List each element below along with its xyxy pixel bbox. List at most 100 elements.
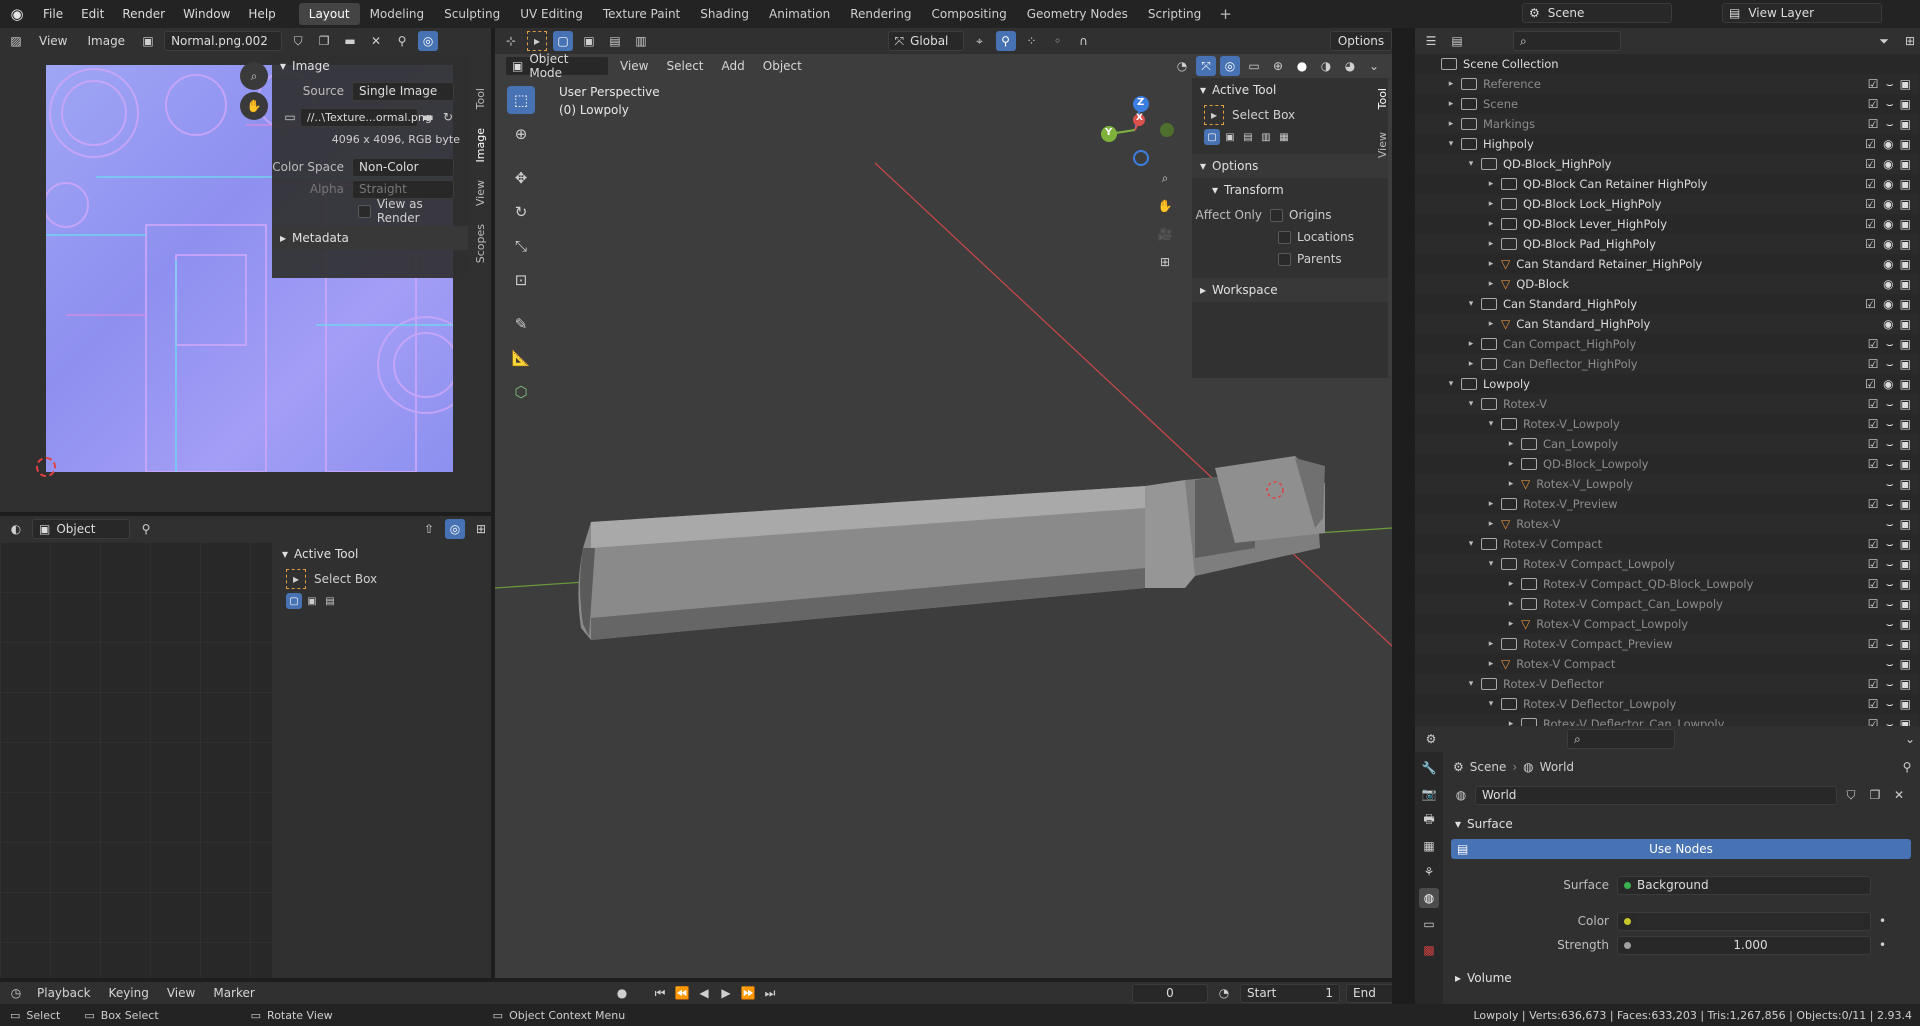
outliner-row[interactable]: ▸ Rotex-V_Preview ☑ ⌣ ▣ [1415,494,1919,514]
exclude-checkbox-icon[interactable]: ☑ [1868,697,1880,712]
outliner-row[interactable]: ▸ ▽ Rotex-V Compact_Lowpoly ⌣ ▣ [1415,614,1919,634]
alpha-dropdown[interactable]: Straight [352,179,454,199]
mode-new-icon[interactable]: ▢ [1204,129,1220,145]
tab-texture-paint[interactable]: Texture Paint [593,3,690,25]
jump-end-icon[interactable]: ⏭ [760,983,780,1003]
visibility-eye-icon[interactable]: ⌣ [1886,637,1894,652]
mode-extend-icon[interactable]: ▣ [304,593,320,609]
expand-arrow-icon[interactable]: ▸ [1465,359,1477,369]
exclude-checkbox-icon[interactable]: ☑ [1868,717,1880,727]
render-camera-icon[interactable]: ▣ [1900,477,1911,492]
menu-view[interactable]: View [160,982,202,1004]
mode-subtract-icon[interactable]: ▤ [322,593,338,609]
start-frame-field[interactable]: Start 1 [1240,983,1340,1003]
render-camera-icon[interactable]: ▣ [1900,357,1911,372]
left-grid-area[interactable] [0,542,272,978]
prev-keyframe-icon[interactable]: ⏪ [672,983,692,1003]
pin-icon[interactable]: ⚲ [1897,757,1917,777]
outliner-row[interactable]: ▾ Rotex-V Compact ☑ ⌣ ▣ [1415,534,1919,554]
scene-selector[interactable]: ⚙ Scene [1522,3,1672,23]
expand-arrow-icon[interactable]: ▸ [1485,639,1497,649]
image-browse-icon[interactable]: ▣ [138,31,158,51]
visibility-eye-icon[interactable]: ⌣ [1886,497,1894,512]
outliner-row[interactable]: ▸ Reference ☑ ⌣ ▣ [1415,74,1919,94]
transform-subpanel-header[interactable]: ▾ Transform [1192,178,1388,202]
menu-file[interactable]: File [34,0,72,28]
visibility-eye-icon[interactable]: ◉ [1883,217,1893,231]
new-image-icon[interactable]: ❐ [314,31,334,51]
tab-geometry-nodes[interactable]: Geometry Nodes [1017,3,1138,25]
expand-arrow-icon[interactable]: ▸ [1485,179,1497,189]
grid-icon[interactable]: ⊞ [471,519,491,539]
outliner-row[interactable]: ▾ Can Standard_HighPoly ☑ ◉ ▣ [1415,294,1919,314]
outliner-row[interactable]: ▾ Rotex-V Deflector ☑ ⌣ ▣ [1415,674,1919,694]
render-camera-icon[interactable]: ▣ [1900,537,1911,552]
exclude-checkbox-icon[interactable] [1865,277,1877,291]
world-browse-icon[interactable]: ◍ [1451,785,1471,805]
exclude-checkbox-icon[interactable]: ☑ [1865,137,1877,151]
visibility-eye-icon[interactable]: ◉ [1883,177,1893,191]
camera-icon[interactable]: 🎥 [1155,224,1175,244]
outliner-search-input[interactable]: ⌕ [1513,31,1621,51]
expand-arrow-icon[interactable]: ▸ [1445,119,1457,129]
mode-subtract-icon[interactable]: ▤ [1240,129,1256,145]
tab-shading[interactable]: Shading [690,3,759,25]
menu-edit[interactable]: Edit [72,0,113,28]
image-name-field[interactable]: Normal.png.002 [164,31,283,51]
unlink-image-icon[interactable]: ✕ [366,31,386,51]
next-keyframe-icon[interactable]: ⏩ [738,983,758,1003]
exclude-checkbox-icon[interactable] [1868,517,1880,532]
outliner-row[interactable]: ▾ Lowpoly ☑ ◉ ▣ [1415,374,1919,394]
keyframe-dot-icon[interactable]: • [1879,938,1886,952]
new-collection-icon[interactable]: ⊞ [1900,31,1920,51]
menu-render[interactable]: Render [113,0,174,28]
exclude-checkbox-icon[interactable]: ☑ [1865,297,1877,311]
ortho-grid-icon[interactable]: ⊞ [1155,252,1175,272]
exclude-checkbox-icon[interactable]: ☑ [1865,377,1877,391]
render-camera-icon[interactable]: ▣ [1900,597,1911,612]
exclude-checkbox-icon[interactable]: ☑ [1865,197,1877,211]
tool-annotate-icon[interactable]: ✎ [507,310,535,338]
expand-arrow-icon[interactable]: ▸ [1445,79,1457,89]
tab-uv-editing[interactable]: UV Editing [510,3,593,25]
surface-panel-header[interactable]: ▾ Surface [1447,812,1917,836]
world-tab-icon[interactable]: ◍ [1419,888,1439,908]
exclude-checkbox-icon[interactable]: ☑ [1868,437,1880,452]
record-icon[interactable]: ● [612,983,632,1003]
outliner-row[interactable]: ▾ Rotex-V Compact_Lowpoly ☑ ⌣ ▣ [1415,554,1919,574]
visibility-eye-icon[interactable]: ⌣ [1886,657,1894,672]
visibility-eye-icon[interactable]: ⌣ [1886,337,1894,352]
visibility-eye-icon[interactable]: ⌣ [1886,437,1894,452]
visibility-eye-icon[interactable]: ⌣ [1886,697,1894,712]
menu-window[interactable]: Window [174,0,239,28]
pin-icon[interactable]: ⚲ [392,31,412,51]
visibility-eye-icon[interactable]: ⌣ [1886,537,1894,552]
render-camera-icon[interactable]: ▣ [1900,197,1911,211]
editor-type-icon[interactable]: ▨ [6,31,26,51]
tool-add-cube-icon[interactable]: ⬡ [507,378,535,406]
outliner-row[interactable]: ▸ ▽ Can Standard_HighPoly ◉ ▣ [1415,314,1919,334]
expand-arrow-icon[interactable]: ▾ [1465,679,1477,689]
expand-arrow-icon[interactable]: ▸ [1505,599,1517,609]
origins-checkbox[interactable] [1270,208,1283,222]
jump-start-icon[interactable]: ⏮ [650,983,670,1003]
visibility-eye-icon[interactable]: ⌣ [1886,117,1894,132]
render-camera-icon[interactable]: ▣ [1900,577,1911,592]
visibility-eye-icon[interactable]: ◉ [1883,237,1893,251]
menu-playback[interactable]: Playback [30,982,98,1004]
tool-select-box-icon[interactable]: ⬚ [507,86,535,114]
mode-difference-icon[interactable]: ▥ [1258,129,1274,145]
visibility-eye-icon[interactable]: ◉ [1883,377,1893,391]
render-camera-icon[interactable]: ▣ [1900,657,1911,672]
pin-icon[interactable]: ⚲ [136,519,156,539]
n-tab-tool[interactable]: Tool [1376,88,1389,109]
duplicate-world-icon[interactable]: ❐ [1865,785,1885,805]
blender-logo-icon[interactable]: ◉ [0,5,34,23]
render-camera-icon[interactable]: ▣ [1900,617,1911,632]
workspace-panel-header[interactable]: ▸ Workspace [1192,278,1388,302]
render-camera-icon[interactable]: ▣ [1900,397,1911,412]
options-panel-header[interactable]: ▾ Options [1192,154,1388,178]
collection-tab-icon[interactable]: ▭ [1419,914,1439,934]
object-mode-dropdown[interactable]: ▣ Object [32,519,130,539]
expand-arrow-icon[interactable]: ▾ [1485,559,1497,569]
